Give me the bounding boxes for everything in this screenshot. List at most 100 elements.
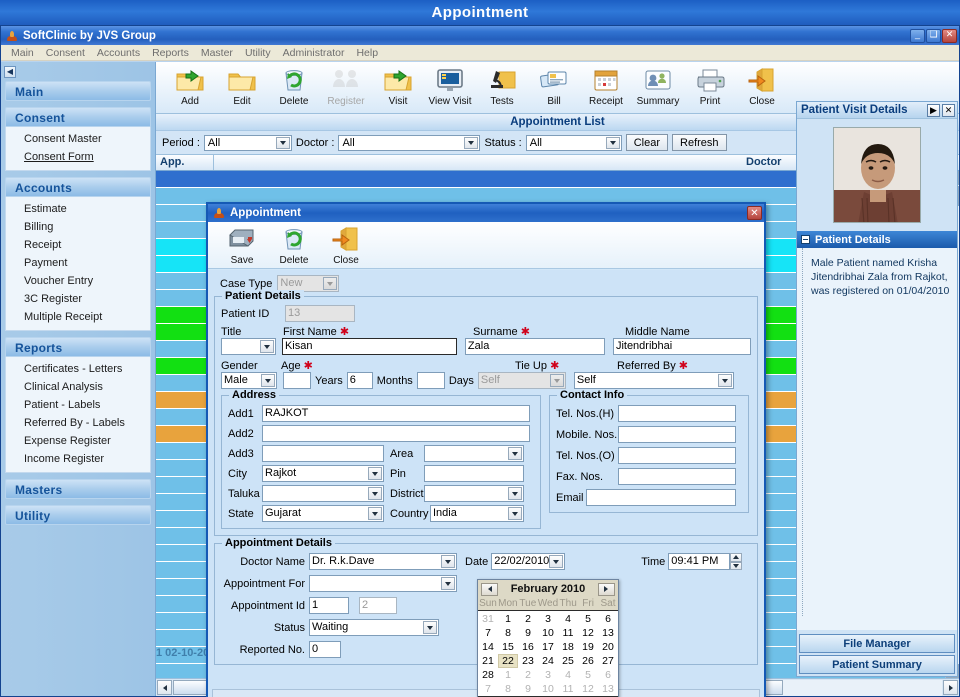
menu-item-accounts[interactable]: Accounts [91, 47, 146, 59]
calendar-day[interactable]: 6 [598, 668, 618, 682]
age-months-input[interactable]: 6 [347, 372, 373, 389]
add3-input[interactable] [262, 445, 384, 462]
sidebar-item-income-register[interactable]: Income Register [6, 450, 150, 468]
clear-button[interactable]: Clear [626, 134, 668, 151]
toolbar-button-view-visit[interactable]: View Visit [424, 65, 476, 107]
toolbar-button-tests[interactable]: Tests [476, 65, 528, 107]
dialog-toolbar-button-save[interactable]: Save [216, 224, 268, 268]
sidebar-group-header-consent[interactable]: Consent [5, 107, 151, 127]
time-spinner[interactable] [730, 553, 742, 570]
tel-home-input[interactable] [618, 405, 736, 422]
calendar-day[interactable]: 8 [498, 682, 518, 696]
refresh-button[interactable]: Refresh [672, 134, 727, 151]
dialog-close-button[interactable]: ✕ [747, 206, 762, 220]
calendar-day[interactable]: 4 [558, 612, 578, 626]
panel-expand-button[interactable]: ▶ [927, 104, 940, 117]
add1-input[interactable]: RAJKOT [262, 405, 530, 422]
sidebar-group-header-utility[interactable]: Utility [5, 505, 151, 525]
minimize-button[interactable]: _ [910, 29, 925, 43]
calendar-prev-month-button[interactable] [481, 583, 498, 596]
calendar-day[interactable]: 13 [598, 682, 618, 696]
spinner-down-icon[interactable] [730, 562, 742, 571]
toolbar-button-print[interactable]: Print [684, 65, 736, 107]
calendar-day[interactable]: 23 [518, 654, 538, 668]
scroll-left-button[interactable] [157, 680, 172, 695]
tel-office-input[interactable] [618, 447, 736, 464]
menu-item-master[interactable]: Master [195, 47, 239, 59]
close-button[interactable]: ✕ [942, 29, 957, 43]
menu-item-utility[interactable]: Utility [239, 47, 277, 59]
sidebar-item-consent-form[interactable]: Consent Form [6, 148, 150, 166]
mobile-input[interactable] [618, 426, 736, 443]
calendar-day[interactable]: 1 [498, 612, 518, 626]
sidebar-group-header-reports[interactable]: Reports [5, 337, 151, 357]
toolbar-button-bill[interactable]: Bill [528, 65, 580, 107]
calendar-day[interactable]: 13 [598, 626, 618, 640]
spinner-up-icon[interactable] [730, 553, 742, 562]
calendar-day[interactable]: 31 [478, 612, 498, 626]
menu-item-administrator[interactable]: Administrator [277, 47, 351, 59]
calendar-day[interactable]: 19 [578, 640, 598, 654]
toolbar-button-add[interactable]: Add [164, 65, 216, 107]
calendar-day-grid[interactable]: 3112345678910111213141516171819202122232… [478, 611, 618, 696]
state-select[interactable]: Gujarat [262, 505, 384, 522]
calendar-day[interactable]: 18 [558, 640, 578, 654]
fax-input[interactable] [618, 468, 736, 485]
age-years-input[interactable] [283, 372, 311, 389]
toolbar-button-delete[interactable]: Delete [268, 65, 320, 107]
reported-no-input[interactable]: 0 [309, 641, 341, 658]
dialog-toolbar-button-close[interactable]: Close [320, 224, 372, 268]
calendar-day[interactable]: 9 [518, 682, 538, 696]
calendar-day[interactable]: 8 [498, 626, 518, 640]
calendar-day[interactable]: 9 [518, 626, 538, 640]
calendar-day[interactable]: 10 [538, 682, 558, 696]
toolbar-button-receipt[interactable]: Receipt [580, 65, 632, 107]
doctor-name-select[interactable]: Dr. R.k.Dave [309, 553, 457, 570]
period-select[interactable]: All [204, 135, 292, 151]
sidebar-item-billing[interactable]: Billing [6, 218, 150, 236]
calendar-day[interactable]: 7 [478, 626, 498, 640]
first-name-input[interactable]: Kisan [282, 338, 457, 355]
email-input[interactable] [586, 489, 736, 506]
calendar-day[interactable]: 27 [598, 654, 618, 668]
middle-name-input[interactable]: Jitendribhai [613, 338, 751, 355]
calendar-day[interactable]: 7 [478, 682, 498, 696]
calendar-day[interactable]: 22 [498, 654, 518, 668]
sidebar-group-header-main[interactable]: Main [5, 81, 151, 101]
calendar-day[interactable]: 17 [538, 640, 558, 654]
time-input[interactable]: 09:41 PM [668, 553, 730, 570]
calendar-day[interactable]: 6 [598, 612, 618, 626]
calendar-day[interactable]: 2 [518, 668, 538, 682]
tie-up-select[interactable]: Self [478, 372, 566, 389]
calendar-day[interactable]: 12 [578, 626, 598, 640]
column-header-doctor[interactable]: Doctor [742, 155, 774, 170]
panel-close-button[interactable]: ✕ [942, 104, 955, 117]
maximize-button[interactable]: ❑ [926, 29, 941, 43]
appointment-id-input[interactable]: 1 [309, 597, 349, 614]
toolbar-button-close[interactable]: Close [736, 65, 788, 107]
status-select[interactable]: All [526, 135, 622, 151]
calendar-day[interactable]: 24 [538, 654, 558, 668]
patient-summary-button[interactable]: Patient Summary [799, 655, 955, 674]
calendar-day[interactable]: 3 [538, 612, 558, 626]
calendar-day[interactable]: 12 [578, 682, 598, 696]
sidebar-item-patient-labels[interactable]: Patient - Labels [6, 396, 150, 414]
sidebar-item-3c-register[interactable]: 3C Register [6, 290, 150, 308]
add2-input[interactable] [262, 425, 530, 442]
calendar-day[interactable]: 26 [578, 654, 598, 668]
taluka-select[interactable] [262, 485, 384, 502]
calendar-day[interactable]: 3 [538, 668, 558, 682]
toolbar-button-edit[interactable]: Edit [216, 65, 268, 107]
calendar-day[interactable]: 11 [558, 682, 578, 696]
menu-item-help[interactable]: Help [350, 47, 384, 59]
sidebar-item-referred-by-labels[interactable]: Referred By - Labels [6, 414, 150, 432]
calendar-day[interactable]: 4 [558, 668, 578, 682]
dialog-toolbar-button-delete[interactable]: Delete [268, 224, 320, 268]
calendar-day[interactable]: 20 [598, 640, 618, 654]
sidebar-item-expense-register[interactable]: Expense Register [6, 432, 150, 450]
file-manager-button[interactable]: File Manager [799, 634, 955, 653]
calendar-day[interactable]: 10 [538, 626, 558, 640]
date-picker[interactable]: 22/02/2010 [491, 553, 565, 570]
menu-item-reports[interactable]: Reports [146, 47, 195, 59]
calendar-day[interactable]: 28 [478, 668, 498, 682]
